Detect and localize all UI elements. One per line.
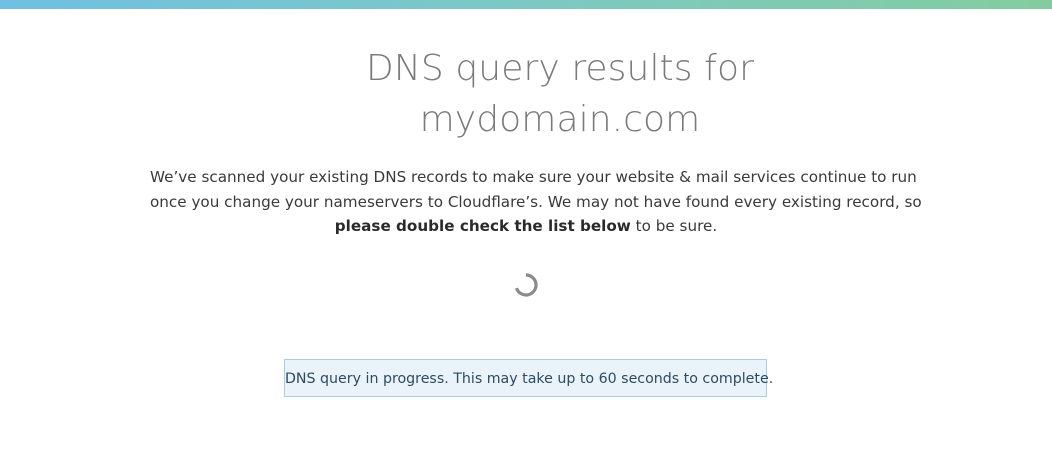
description-line-3: please double check the list below to be… bbox=[150, 214, 902, 239]
description-line-3-rest: to be sure. bbox=[630, 217, 718, 235]
description-line-1: We’ve scanned your existing DNS records … bbox=[150, 168, 917, 186]
description-line-2: once you change your nameservers to Clou… bbox=[150, 192, 922, 211]
dns-query-results-section: DNS query results for mydomain.com We’ve… bbox=[0, 9, 1052, 457]
page-title-domain: mydomain.com bbox=[419, 99, 701, 140]
page-title-line-1: DNS query results for bbox=[366, 48, 754, 89]
loading-spinner-icon bbox=[513, 272, 539, 298]
top-gradient-bar bbox=[0, 0, 1052, 9]
description-emphasis: please double check the list below bbox=[334, 217, 631, 235]
scan-description: We’ve scanned your existing DNS records … bbox=[150, 165, 922, 239]
dns-query-progress-notice: DNS query in progress. This may take up … bbox=[284, 359, 773, 397]
page-title: DNS query results for mydomain.com bbox=[360, 43, 760, 145]
